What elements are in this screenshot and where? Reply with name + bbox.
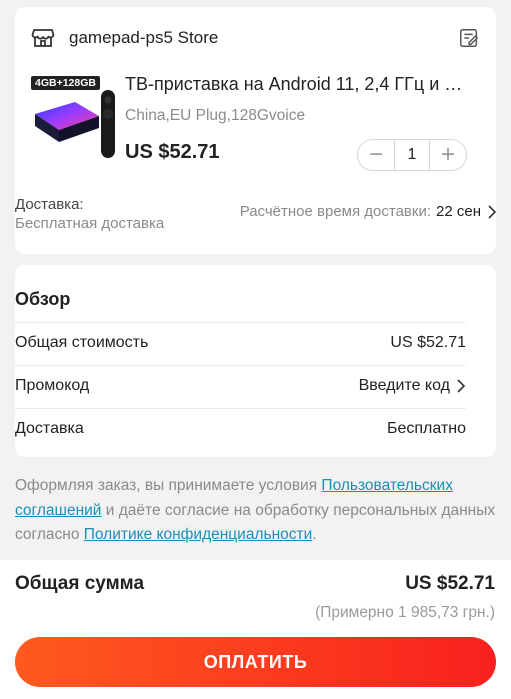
promo-code-row[interactable]: Промокод Введите код (15, 365, 466, 405)
product-title[interactable]: ТВ-приставка на Android 11, 2,4 ГГц и 5,… (125, 74, 471, 95)
pay-button[interactable]: ОПЛАТИТЬ (15, 637, 496, 687)
store-header[interactable]: gamepad-ps5 Store (31, 25, 480, 51)
delivery-estimate[interactable]: Расчётное время доставки: 22 сен (240, 203, 497, 220)
summary-total-row: Общая стоимость US $52.71 (15, 322, 466, 362)
product-price: US $52.71 (125, 141, 220, 163)
enter-promo-code-link[interactable]: Введите код (359, 377, 466, 395)
summary-title: Обзор (15, 289, 71, 309)
edit-note-icon[interactable] (458, 27, 480, 49)
terms-text-1: Оформляя заказ, вы принимаете условия (15, 477, 322, 494)
quantity-value[interactable]: 1 (394, 140, 430, 170)
summary-shipping-row: Доставка Бесплатно (15, 408, 466, 448)
product-variant[interactable]: China,EU Plug,128Gvoice (125, 107, 305, 125)
promo-code-value: Введите код (358, 376, 450, 394)
grand-total-approx: (Примерно 1 985,73 грн.) (315, 604, 495, 621)
terms-text-3: . (312, 526, 317, 543)
total-cost-value: US $52.71 (390, 333, 466, 351)
total-cost-label: Общая стоимость (15, 333, 149, 351)
image-badge: 4GB+128GB (31, 76, 100, 90)
chevron-right-icon (457, 378, 466, 393)
decrease-quantity-button[interactable]: − (358, 140, 394, 170)
delivery-estimate-label: Расчётное время доставки: (239, 203, 432, 220)
chevron-right-icon (488, 204, 497, 219)
summary-shipping-label: Доставка (15, 419, 84, 437)
quantity-stepper: − 1 + (357, 139, 467, 171)
store-icon (31, 29, 55, 47)
promo-code-label: Промокод (15, 376, 90, 394)
shipping-method: Бесплатная доставка (15, 215, 165, 232)
grand-total-value: US $52.71 (405, 573, 495, 594)
shipping-label: Доставка: (15, 196, 84, 213)
product-image[interactable]: 4GB+128GB (29, 76, 121, 172)
privacy-policy-link[interactable]: Политике конфиденциальности (84, 526, 313, 543)
terms-notice: Оформляя заказ, вы принимаете условия По… (15, 474, 496, 548)
delivery-estimate-date: 22 сен (436, 203, 481, 220)
tv-box-illustration (35, 90, 115, 158)
increase-quantity-button[interactable]: + (430, 140, 466, 170)
grand-total-label: Общая сумма (15, 573, 145, 594)
summary-shipping-value: Бесплатно (386, 419, 466, 437)
store-name[interactable]: gamepad-ps5 Store (69, 28, 218, 48)
